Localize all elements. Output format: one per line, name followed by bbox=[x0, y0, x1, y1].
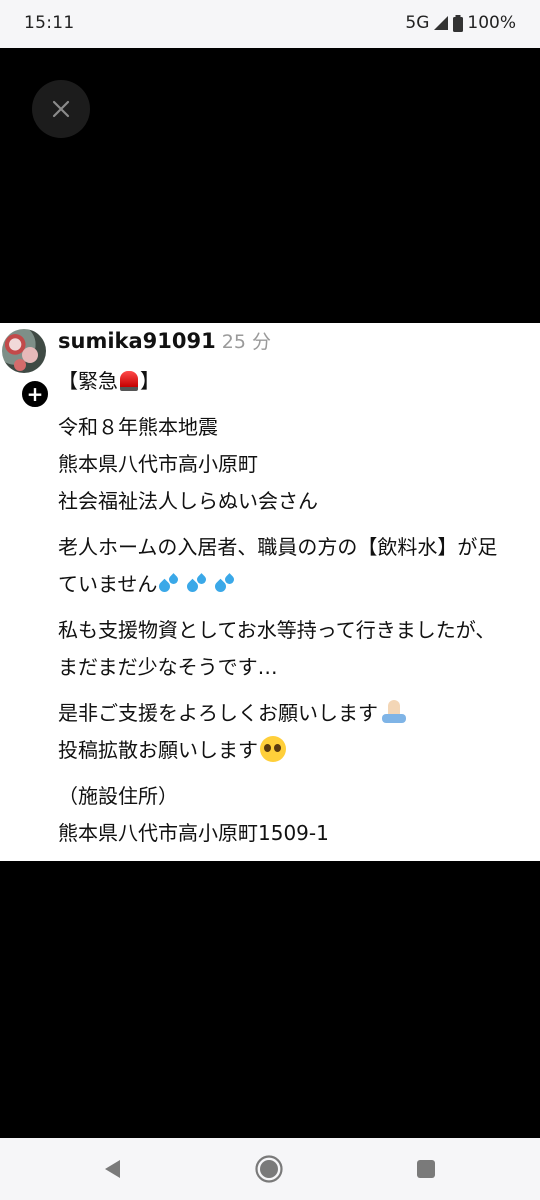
status-bar: 15:11 5G 100% bbox=[0, 0, 540, 48]
close-button[interactable] bbox=[32, 80, 90, 138]
post-line: ていません bbox=[58, 566, 540, 603]
battery-level: 100% bbox=[467, 13, 516, 33]
post-body: 【緊急】 令和８年熊本地震 熊本県八代市高小原町 社会福祉法人しらぬい会さん 老… bbox=[58, 363, 540, 852]
post-line: 【緊急】 bbox=[58, 363, 540, 400]
username-row: sumika91091 25 分 bbox=[58, 327, 271, 354]
navigation-bar bbox=[0, 1138, 540, 1200]
post-line: 私も支援物資としてお水等持って行きましたが、 bbox=[58, 618, 496, 642]
close-icon bbox=[52, 100, 70, 118]
post-line: 令和８年熊本地震 bbox=[58, 415, 218, 439]
home-button[interactable] bbox=[254, 1154, 284, 1184]
folded-hands-icon bbox=[380, 700, 408, 724]
sweat-droplets-icon bbox=[185, 573, 209, 595]
post-text: 投稿拡散お願いします bbox=[58, 738, 258, 762]
battery-icon bbox=[453, 14, 464, 32]
recents-button[interactable] bbox=[411, 1154, 441, 1184]
signal-icon bbox=[434, 16, 449, 30]
siren-icon bbox=[120, 371, 138, 391]
image-viewer[interactable]: + sumika91091 25 分 【緊急】 令和８年熊本地震 熊本県八代市高… bbox=[0, 48, 540, 1138]
post-line: 是非ご支援をよろしくお願いします bbox=[58, 695, 540, 732]
status-time: 15:11 bbox=[24, 13, 75, 33]
sweat-droplets-icon bbox=[157, 573, 181, 595]
sweat-droplets-icon bbox=[213, 573, 237, 595]
recents-square-icon bbox=[417, 1160, 435, 1178]
post-line: 老人ホームの入居者、職員の方の【飲料水】が足 bbox=[58, 535, 498, 559]
status-right: 5G 100% bbox=[405, 13, 516, 33]
username: sumika91091 bbox=[58, 329, 216, 353]
post-text: 】 bbox=[140, 369, 160, 393]
network-type: 5G bbox=[405, 13, 430, 33]
post-line: 熊本県八代市高小原町 bbox=[58, 452, 258, 476]
back-triangle-icon bbox=[105, 1160, 120, 1178]
post-line: 投稿拡散お願いします bbox=[58, 732, 540, 769]
post-line: まだまだ少なそうです… bbox=[58, 655, 278, 679]
post-line: （施設住所） bbox=[58, 784, 178, 808]
home-circle-icon bbox=[255, 1155, 283, 1183]
post-time: 25 分 bbox=[221, 331, 271, 353]
post-text: 是非ご支援をよろしくお願いします bbox=[58, 701, 378, 725]
back-button[interactable] bbox=[98, 1154, 128, 1184]
plus-icon: + bbox=[20, 379, 50, 409]
post-line: 社会福祉法人しらぬい会さん bbox=[58, 489, 318, 513]
avatar-wrap: + bbox=[2, 329, 50, 409]
avatar bbox=[2, 329, 46, 373]
post-screenshot-image[interactable]: + sumika91091 25 分 【緊急】 令和８年熊本地震 熊本県八代市高… bbox=[0, 323, 540, 861]
post-text: ていません bbox=[58, 572, 158, 596]
post-line: 熊本県八代市高小原町1509-1 bbox=[58, 821, 329, 845]
pleading-face-icon bbox=[260, 736, 286, 762]
post-text: 【緊急 bbox=[58, 369, 118, 393]
